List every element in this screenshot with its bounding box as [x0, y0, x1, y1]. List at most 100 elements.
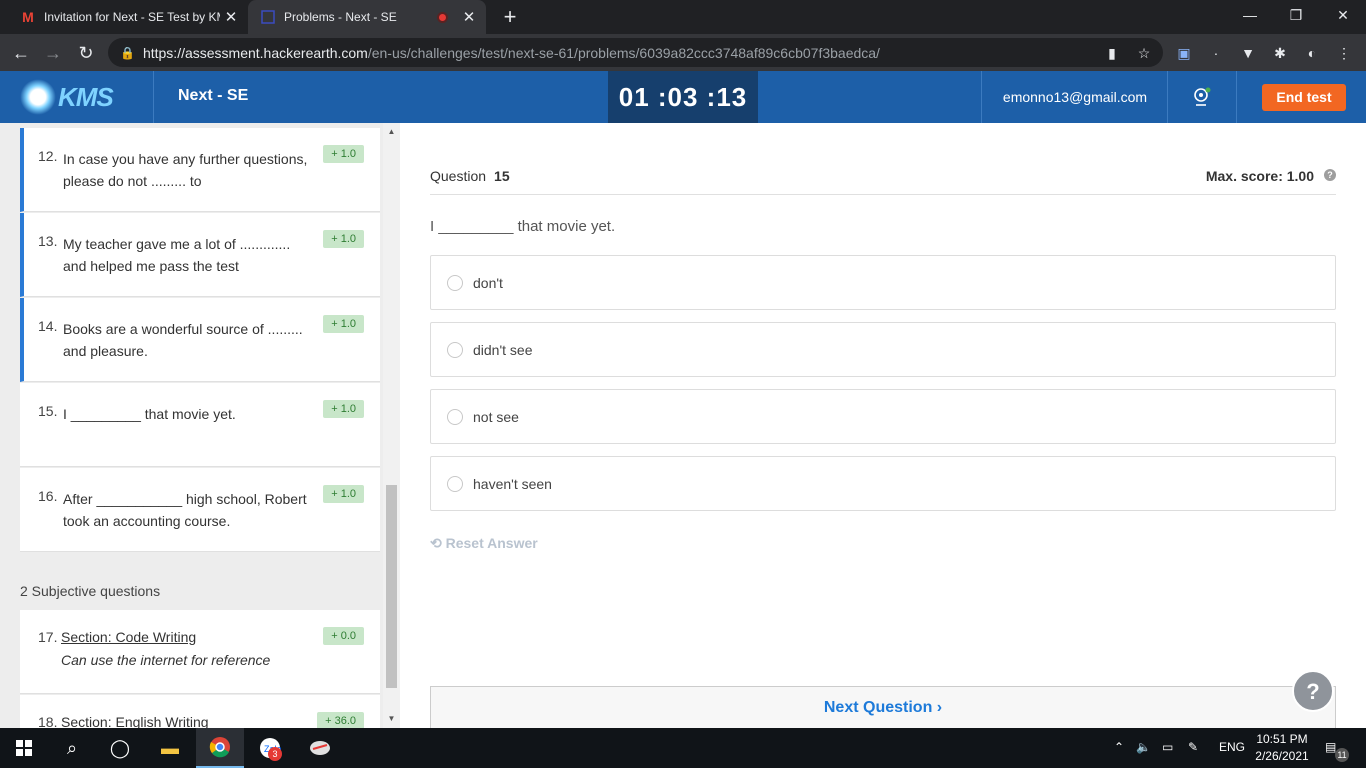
max-score: Max. score: 1.00: [1205, 168, 1314, 184]
next-question-button[interactable]: Next Question ›: [430, 686, 1336, 728]
menu-icon[interactable]: ⋮: [1334, 43, 1354, 63]
close-tab-icon[interactable]: ✕: [458, 8, 480, 26]
divider: [1236, 71, 1237, 123]
score-badge: + 1.0: [323, 145, 364, 163]
restore-button[interactable]: ❐: [1273, 0, 1319, 34]
question-item-14[interactable]: 14. Books are a wonderful source of ....…: [20, 298, 380, 382]
vpn-extension-icon[interactable]: ▼: [1238, 43, 1258, 63]
question-text: After ___________ high school, Robert to…: [63, 491, 307, 529]
user-email: emonno13@gmail.com: [1002, 89, 1148, 105]
radio-button[interactable]: [447, 274, 463, 291]
cortana-icon[interactable]: ◯: [96, 728, 144, 768]
question-text: Books are a wonderful source of ........…: [63, 321, 303, 359]
question-sidebar: 12. In case you have any further questio…: [0, 123, 400, 728]
new-tab-button[interactable]: +: [498, 4, 522, 30]
answer-option-4[interactable]: haven't seen: [430, 456, 1336, 511]
bookmark-star-icon[interactable]: ☆: [1134, 43, 1154, 63]
score-badge: + 1.0: [323, 485, 364, 503]
scroll-up-icon[interactable]: ▲: [383, 125, 400, 139]
file-explorer-icon[interactable]: ▬: [146, 728, 194, 768]
question-item-16[interactable]: 16. After ___________ high school, Rober…: [20, 468, 380, 552]
minimize-button[interactable]: —: [1227, 0, 1273, 34]
pen-icon[interactable]: ✎: [1188, 740, 1198, 754]
question-item-18[interactable]: 18. Section: English Writing + 36.0: [20, 695, 380, 728]
score-badge: + 0.0: [323, 627, 364, 645]
help-icon[interactable]: ?: [1324, 169, 1336, 181]
sidebar-scrollbar[interactable]: ▲ ▼: [383, 123, 400, 728]
question-number: 18.: [38, 714, 58, 728]
question-item-13[interactable]: 13. My teacher gave me a lot of ........…: [20, 213, 380, 297]
close-window-button[interactable]: ✕: [1320, 0, 1366, 34]
notification-badge: 11: [1335, 748, 1349, 762]
app-header: KMS Next - SE 01 :03 :13 emonno13@gmail.…: [0, 71, 1366, 123]
search-icon[interactable]: ⌕: [48, 728, 96, 768]
question-pane: Question 15 Max. score: 1.00 ? I ________…: [400, 123, 1366, 728]
question-number: 15.: [38, 403, 58, 419]
option-text: didn't see: [473, 341, 533, 358]
score-badge: + 36.0: [317, 712, 364, 728]
question-item-15[interactable]: 15. I _________ that movie yet. + 1.0: [20, 383, 380, 467]
question-statement: I _________ that movie yet.: [430, 218, 616, 235]
section-title-link[interactable]: Section: English Writing: [61, 714, 209, 728]
radio-button[interactable]: [447, 341, 463, 358]
windows-start-icon[interactable]: [0, 728, 48, 768]
tab-problems[interactable]: Problems - Next - SE ✕: [248, 0, 486, 34]
profile-avatar[interactable]: ◐: [1302, 43, 1322, 63]
question-number: 12.: [38, 148, 58, 164]
translate-extension-icon[interactable]: ▣: [1174, 43, 1194, 63]
webcam-icon[interactable]: [1168, 71, 1236, 123]
app-icon[interactable]: [296, 728, 344, 768]
puzzle-icon[interactable]: ✱: [1270, 43, 1290, 63]
zalo-icon[interactable]: Zalo 3: [246, 728, 294, 768]
score-badge: + 1.0: [323, 315, 364, 333]
question-item-12[interactable]: 12. In case you have any further questio…: [20, 128, 380, 212]
score-badge: + 1.0: [323, 400, 364, 418]
volume-icon[interactable]: 🔈: [1136, 740, 1151, 754]
question-number: 17.: [38, 629, 58, 645]
radio-button[interactable]: [447, 475, 463, 492]
option-text: haven't seen: [473, 475, 552, 492]
reset-label: Reset Answer: [445, 535, 538, 551]
language-indicator[interactable]: ENG: [1219, 740, 1245, 754]
chevron-up-icon[interactable]: ⌃: [1114, 740, 1124, 754]
scroll-down-icon[interactable]: ▼: [383, 712, 400, 726]
close-tab-icon[interactable]: ✕: [220, 8, 242, 26]
address-bar[interactable]: 🔒 https://assessment.hackerearth.com /en…: [108, 38, 1163, 67]
question-item-17[interactable]: 17. Section: Code Writing Can use the in…: [20, 610, 380, 694]
browser-tab-strip: M Invitation for Next - SE Test by KMS ✕…: [0, 0, 1366, 34]
section-description: Can use the internet for reference: [61, 652, 271, 668]
question-text: I _________ that movie yet.: [63, 406, 236, 422]
section-title-link[interactable]: Section: Code Writing: [61, 629, 196, 645]
chrome-icon[interactable]: [196, 728, 244, 768]
question-number: 14.: [38, 318, 58, 334]
back-icon[interactable]: ←: [8, 40, 34, 66]
question-heading: Question 15: [430, 168, 510, 184]
system-clock[interactable]: 10:51 PM 2/26/2021: [1252, 731, 1312, 765]
reset-answer-button[interactable]: ⟲ Reset Answer: [430, 535, 538, 552]
help-button[interactable]: ?: [1292, 670, 1334, 712]
tab-gmail-invitation[interactable]: M Invitation for Next - SE Test by KMS ✕: [8, 0, 248, 34]
answer-option-3[interactable]: not see: [430, 389, 1336, 444]
answer-option-2[interactable]: didn't see: [430, 322, 1336, 377]
scrollbar-thumb[interactable]: [386, 485, 397, 688]
test-name: Next - SE: [178, 87, 249, 104]
radio-button[interactable]: [447, 408, 463, 425]
forward-icon[interactable]: →: [40, 40, 66, 66]
option-text: not see: [473, 408, 519, 425]
logo-text: KMS: [58, 81, 114, 112]
question-number: 15: [494, 168, 510, 184]
clock-time: 10:51 PM: [1256, 732, 1308, 746]
extension-icon[interactable]: ·: [1206, 43, 1226, 63]
zalo-badge: 3: [268, 747, 282, 761]
question-label: Question: [430, 168, 487, 184]
divider: [153, 71, 154, 123]
battery-icon[interactable]: ▭: [1162, 740, 1173, 754]
logo-sun-icon: [20, 79, 56, 115]
end-test-button[interactable]: End test: [1262, 84, 1346, 111]
answer-option-1[interactable]: don't: [430, 255, 1336, 310]
kms-logo: KMS: [20, 77, 140, 117]
url-path: /en-us/challenges/test/next-se-61/proble…: [367, 44, 880, 61]
camera-icon[interactable]: ▮: [1102, 43, 1122, 63]
question-number: 16.: [38, 488, 58, 504]
reload-icon[interactable]: ↻: [73, 40, 99, 66]
